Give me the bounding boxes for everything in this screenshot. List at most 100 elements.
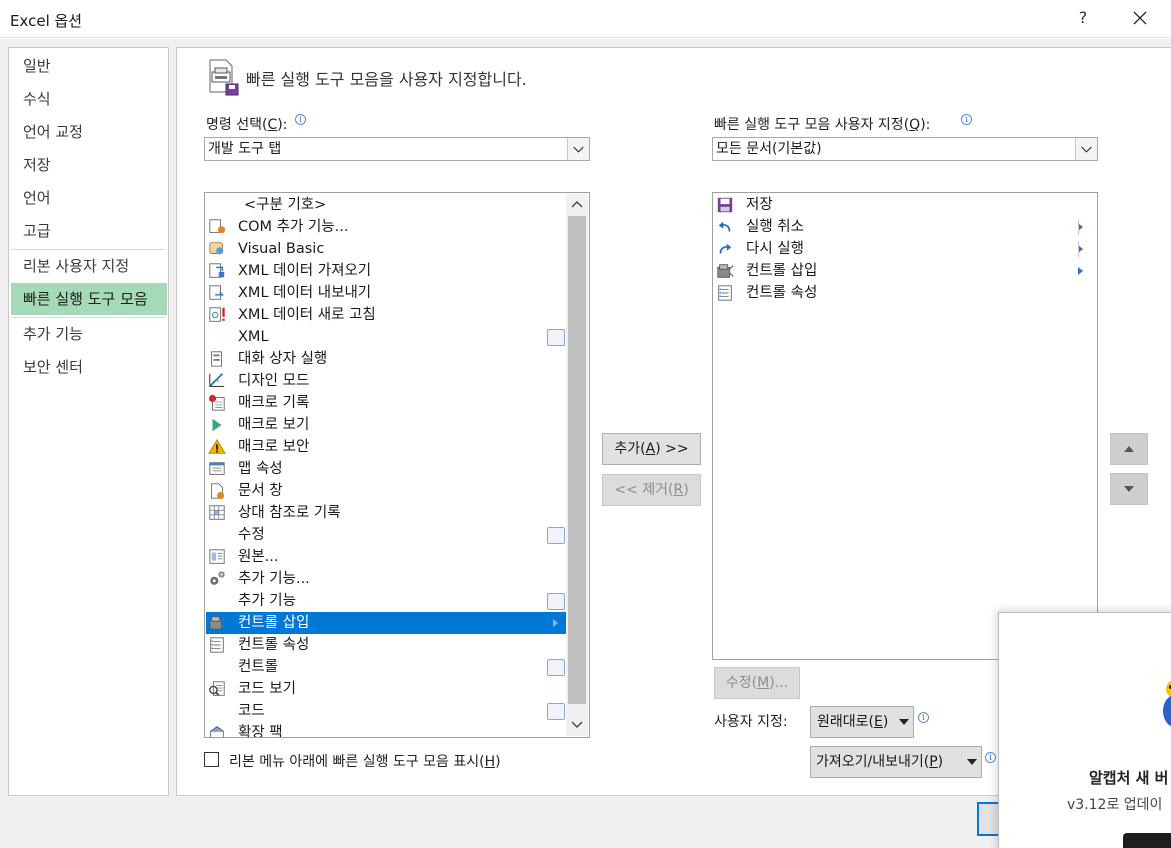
command-list-item[interactable]: XML 데이터 내보내기: [206, 282, 567, 304]
command-list-item[interactable]: 상대 참조로 기록: [206, 502, 567, 524]
toolbar-item-label: 컨트롤 속성: [746, 285, 818, 301]
command-label: XML 데이터 가져오기: [238, 263, 372, 279]
options-navigation: 일반 수식 언어 교정 저장 언어 고급 리본 사용자 지정 빠른 실행 도구 …: [8, 47, 169, 796]
nav-item-language[interactable]: 언어: [11, 182, 167, 214]
info-icon[interactable]: i: [985, 752, 996, 763]
map-properties-icon: [209, 462, 225, 475]
info-icon[interactable]: i: [961, 114, 972, 125]
scrollbar-thumb[interactable]: [568, 216, 586, 704]
nav-item-general[interactable]: 일반: [11, 50, 167, 82]
modify-button[interactable]: 수정(M)...: [714, 667, 800, 699]
command-list-item[interactable]: 디자인 모드: [206, 370, 567, 392]
command-label: 문서 창: [238, 483, 283, 499]
insert-control-icon: [209, 616, 226, 630]
choose-commands-dropdown[interactable]: 개발 도구 탭: [204, 137, 590, 161]
customize-toolbar-label: 빠른 실행 도구 모음 사용자 지정(Q):: [714, 117, 931, 133]
command-label: <구분 기호>: [244, 197, 327, 213]
title-bar: Excel 옵션 ?: [0, 0, 1171, 38]
xml-refresh-icon: [209, 307, 225, 322]
redo-icon: [719, 243, 732, 254]
commands-list[interactable]: <구분 기호> COM 추가 기능... Visual Basic XML 데이터 가…: [204, 192, 590, 738]
toolbar-list-item[interactable]: 저장: [714, 194, 1092, 216]
com-addin-icon: [209, 219, 226, 234]
command-label: 추가 기능: [238, 593, 296, 609]
command-list-item[interactable]: 추가 기능: [206, 590, 567, 612]
import-export-button[interactable]: 가져오기/내보내기(P): [810, 746, 982, 778]
command-list-item[interactable]: 컨트롤: [206, 656, 567, 678]
help-button[interactable]: ?: [1076, 8, 1090, 27]
command-list-item[interactable]: Visual Basic: [206, 238, 567, 260]
toolbar-list-item[interactable]: 실행 취소: [714, 216, 1092, 238]
nav-item-trust-center[interactable]: 보안 센터: [11, 351, 167, 383]
command-list-item[interactable]: 매크로 기록: [206, 392, 567, 414]
close-icon[interactable]: [1128, 6, 1152, 30]
command-list-item[interactable]: 코드: [206, 700, 567, 722]
move-up-button[interactable]: [1110, 433, 1148, 465]
mascot-icon: [1163, 680, 1171, 727]
command-label: 코드: [238, 703, 265, 719]
command-list-item[interactable]: 수정: [206, 524, 567, 546]
command-list-item[interactable]: 매크로 보안: [206, 436, 567, 458]
toolbar-list-item[interactable]: 컨트롤 속성: [714, 282, 1092, 304]
visual-basic-icon: [209, 242, 224, 255]
command-list-item[interactable]: XML 데이터 가져오기: [206, 260, 567, 282]
command-list-item[interactable]: COM 추가 기능...: [206, 216, 567, 238]
submenu-arrow-icon: [1078, 267, 1083, 275]
popup-action-button[interactable]: [1123, 833, 1171, 848]
design-mode-icon: [209, 373, 225, 388]
scroll-down-icon[interactable]: [566, 714, 588, 734]
command-list-item[interactable]: 컨트롤 속성: [206, 634, 567, 656]
command-list-item[interactable]: 컨트롤 삽입: [206, 612, 567, 634]
move-down-button[interactable]: [1110, 473, 1148, 505]
scroll-up-icon[interactable]: [566, 194, 588, 214]
command-list-item[interactable]: 문서 창: [206, 480, 567, 502]
command-list-item[interactable]: 대화 상자 실행: [206, 348, 567, 370]
toolbar-commands-list[interactable]: 저장실행 취소다시 실행컨트롤 삽입컨트롤 속성: [712, 192, 1098, 660]
chevron-down-icon: [1075, 138, 1097, 160]
nav-item-advanced[interactable]: 고급: [11, 215, 167, 247]
nav-item-add-ins[interactable]: 추가 기능: [11, 318, 167, 350]
command-list-item[interactable]: XML: [206, 326, 567, 348]
gallery-icon: [547, 329, 565, 346]
command-list-item[interactable]: 맵 속성: [206, 458, 567, 480]
nav-item-proofing[interactable]: 언어 교정: [11, 116, 167, 148]
save-icon: [717, 197, 733, 213]
command-list-item[interactable]: 원본...: [206, 546, 567, 568]
remove-button[interactable]: << 제거(R): [602, 474, 701, 506]
toolbar-list-item[interactable]: 다시 실행: [714, 238, 1092, 260]
info-icon[interactable]: i: [295, 114, 306, 125]
gallery-icon: [547, 593, 565, 610]
document-panel-icon: [211, 483, 225, 500]
reset-button[interactable]: 원래대로(E): [810, 706, 914, 738]
nav-item-quick-access-toolbar[interactable]: 빠른 실행 도구 모음: [11, 283, 167, 315]
command-list-item[interactable]: 코드 보기: [206, 678, 567, 700]
toolbar-item-label: 실행 취소: [746, 219, 804, 235]
command-list-item[interactable]: 추가 기능...: [206, 568, 567, 590]
page-heading: 빠른 실행 도구 모음을 사용자 지정합니다.: [246, 70, 527, 89]
command-list-item[interactable]: 매크로 보기: [206, 414, 567, 436]
customizations-label: 사용자 지정:: [714, 714, 788, 730]
dropdown-arrow-icon: [899, 719, 909, 725]
record-macro-icon: [208, 394, 225, 411]
toolbar-list-item[interactable]: 컨트롤 삽입: [714, 260, 1092, 282]
command-label: 매크로 보기: [238, 417, 310, 433]
command-list-item[interactable]: XML 데이터 새로 고침: [206, 304, 567, 326]
command-label: XML 데이터 내보내기: [238, 285, 372, 301]
split-divider: [1078, 219, 1079, 235]
customize-toolbar-dropdown[interactable]: 모든 문서(기본값): [712, 137, 1098, 161]
command-label: 상대 참조로 기록: [238, 505, 341, 521]
nav-item-formulas[interactable]: 수식: [11, 83, 167, 115]
update-notification-popup[interactable]: 알캡처 새 버 v3.12로 업데이: [998, 612, 1171, 848]
show-below-ribbon-checkbox[interactable]: [204, 752, 219, 767]
popup-title: 알캡처 새 버: [1089, 769, 1169, 787]
nav-item-save[interactable]: 저장: [11, 149, 167, 181]
info-icon[interactable]: i: [918, 712, 929, 723]
commands-list-scrollbar[interactable]: [566, 194, 588, 736]
expansion-pack-icon: [210, 726, 224, 737]
command-list-item[interactable]: <구분 기호>: [206, 194, 567, 216]
nav-item-customize-ribbon[interactable]: 리본 사용자 지정: [11, 250, 167, 282]
command-list-item[interactable]: 확장 팩: [206, 722, 567, 737]
toolbar-item-label: 컨트롤 삽입: [746, 263, 818, 279]
add-button[interactable]: 추가(A) >>: [602, 433, 701, 465]
show-below-ribbon-label[interactable]: 리본 메뉴 아래에 빠른 실행 도구 모음 표시(H): [229, 751, 501, 771]
